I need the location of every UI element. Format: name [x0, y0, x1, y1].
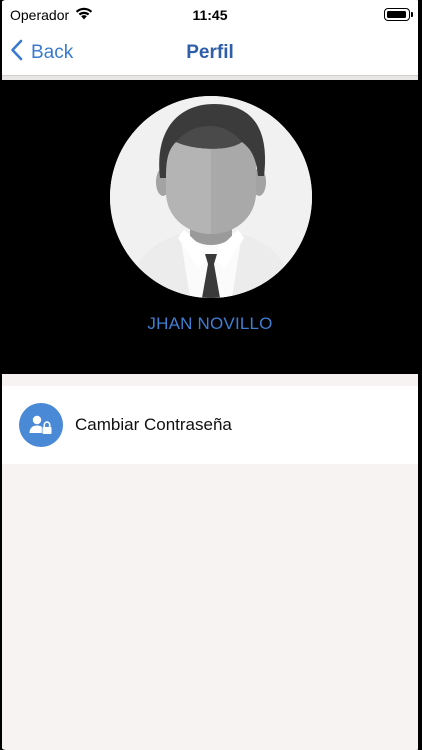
- profile-header: JHAN NOVILLO: [2, 80, 418, 374]
- section-spacer: [2, 374, 418, 386]
- screen: Operador 11:45 Back Perfil JHAN NOVILLO …: [2, 0, 418, 750]
- page-title: Perfil: [186, 42, 234, 63]
- device-frame: Operador 11:45 Back Perfil JHAN NOVILLO …: [0, 0, 422, 750]
- change-password-option[interactable]: Cambiar Contraseña: [2, 386, 418, 464]
- user-silhouette-icon: [110, 96, 312, 298]
- battery-icon: [384, 8, 413, 21]
- avatar: [110, 96, 312, 298]
- user-lock-icon: [19, 403, 63, 447]
- change-password-label: Cambiar Contraseña: [75, 415, 232, 434]
- clock: 11:45: [192, 7, 228, 23]
- profile-name: JHAN NOVILLO: [147, 314, 273, 333]
- status-bar: Operador 11:45: [2, 0, 418, 30]
- navigation-bar: Back Perfil: [2, 30, 418, 76]
